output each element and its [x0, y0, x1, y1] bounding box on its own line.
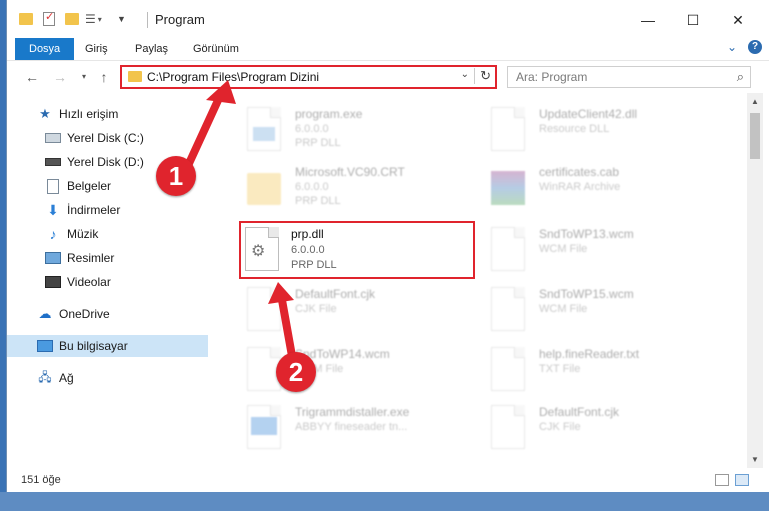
arrow-1-line — [182, 92, 224, 174]
annotation-arrows — [182, 80, 296, 360]
arrow-2-head — [268, 282, 294, 304]
callout-badge-1: 1 — [156, 156, 196, 196]
arrow-1-head — [206, 80, 236, 104]
arrow-2-line — [278, 296, 296, 360]
callout-badge-2: 2 — [276, 352, 316, 392]
